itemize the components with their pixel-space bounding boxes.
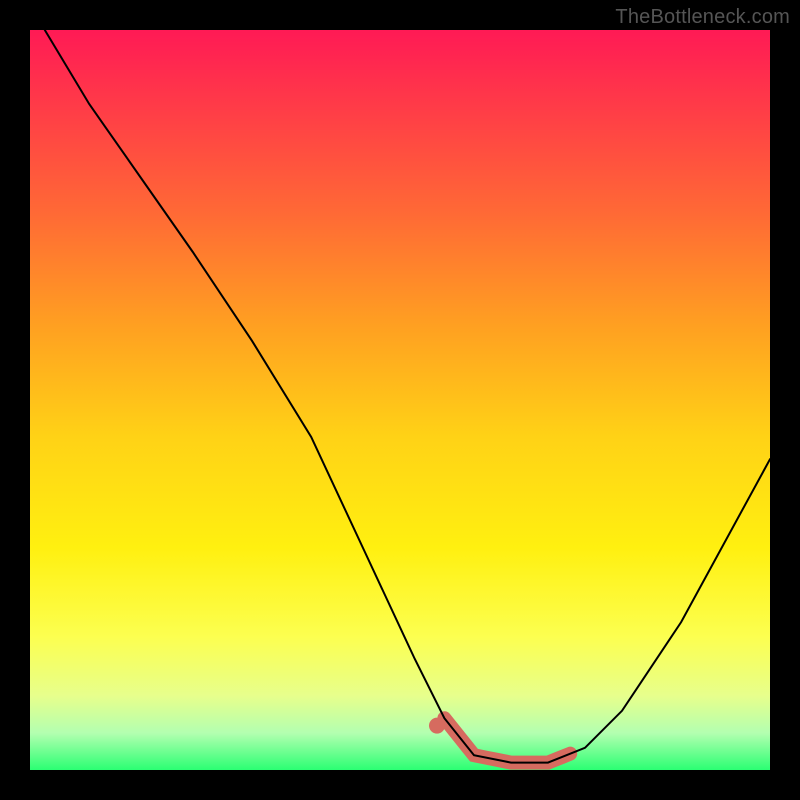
chart-frame: TheBottleneck.com [0, 0, 800, 800]
plot-area [30, 30, 770, 770]
bottleneck-curve [45, 30, 770, 763]
curve-svg [30, 30, 770, 770]
marker-dot [429, 718, 445, 734]
watermark-text: TheBottleneck.com [615, 6, 790, 29]
